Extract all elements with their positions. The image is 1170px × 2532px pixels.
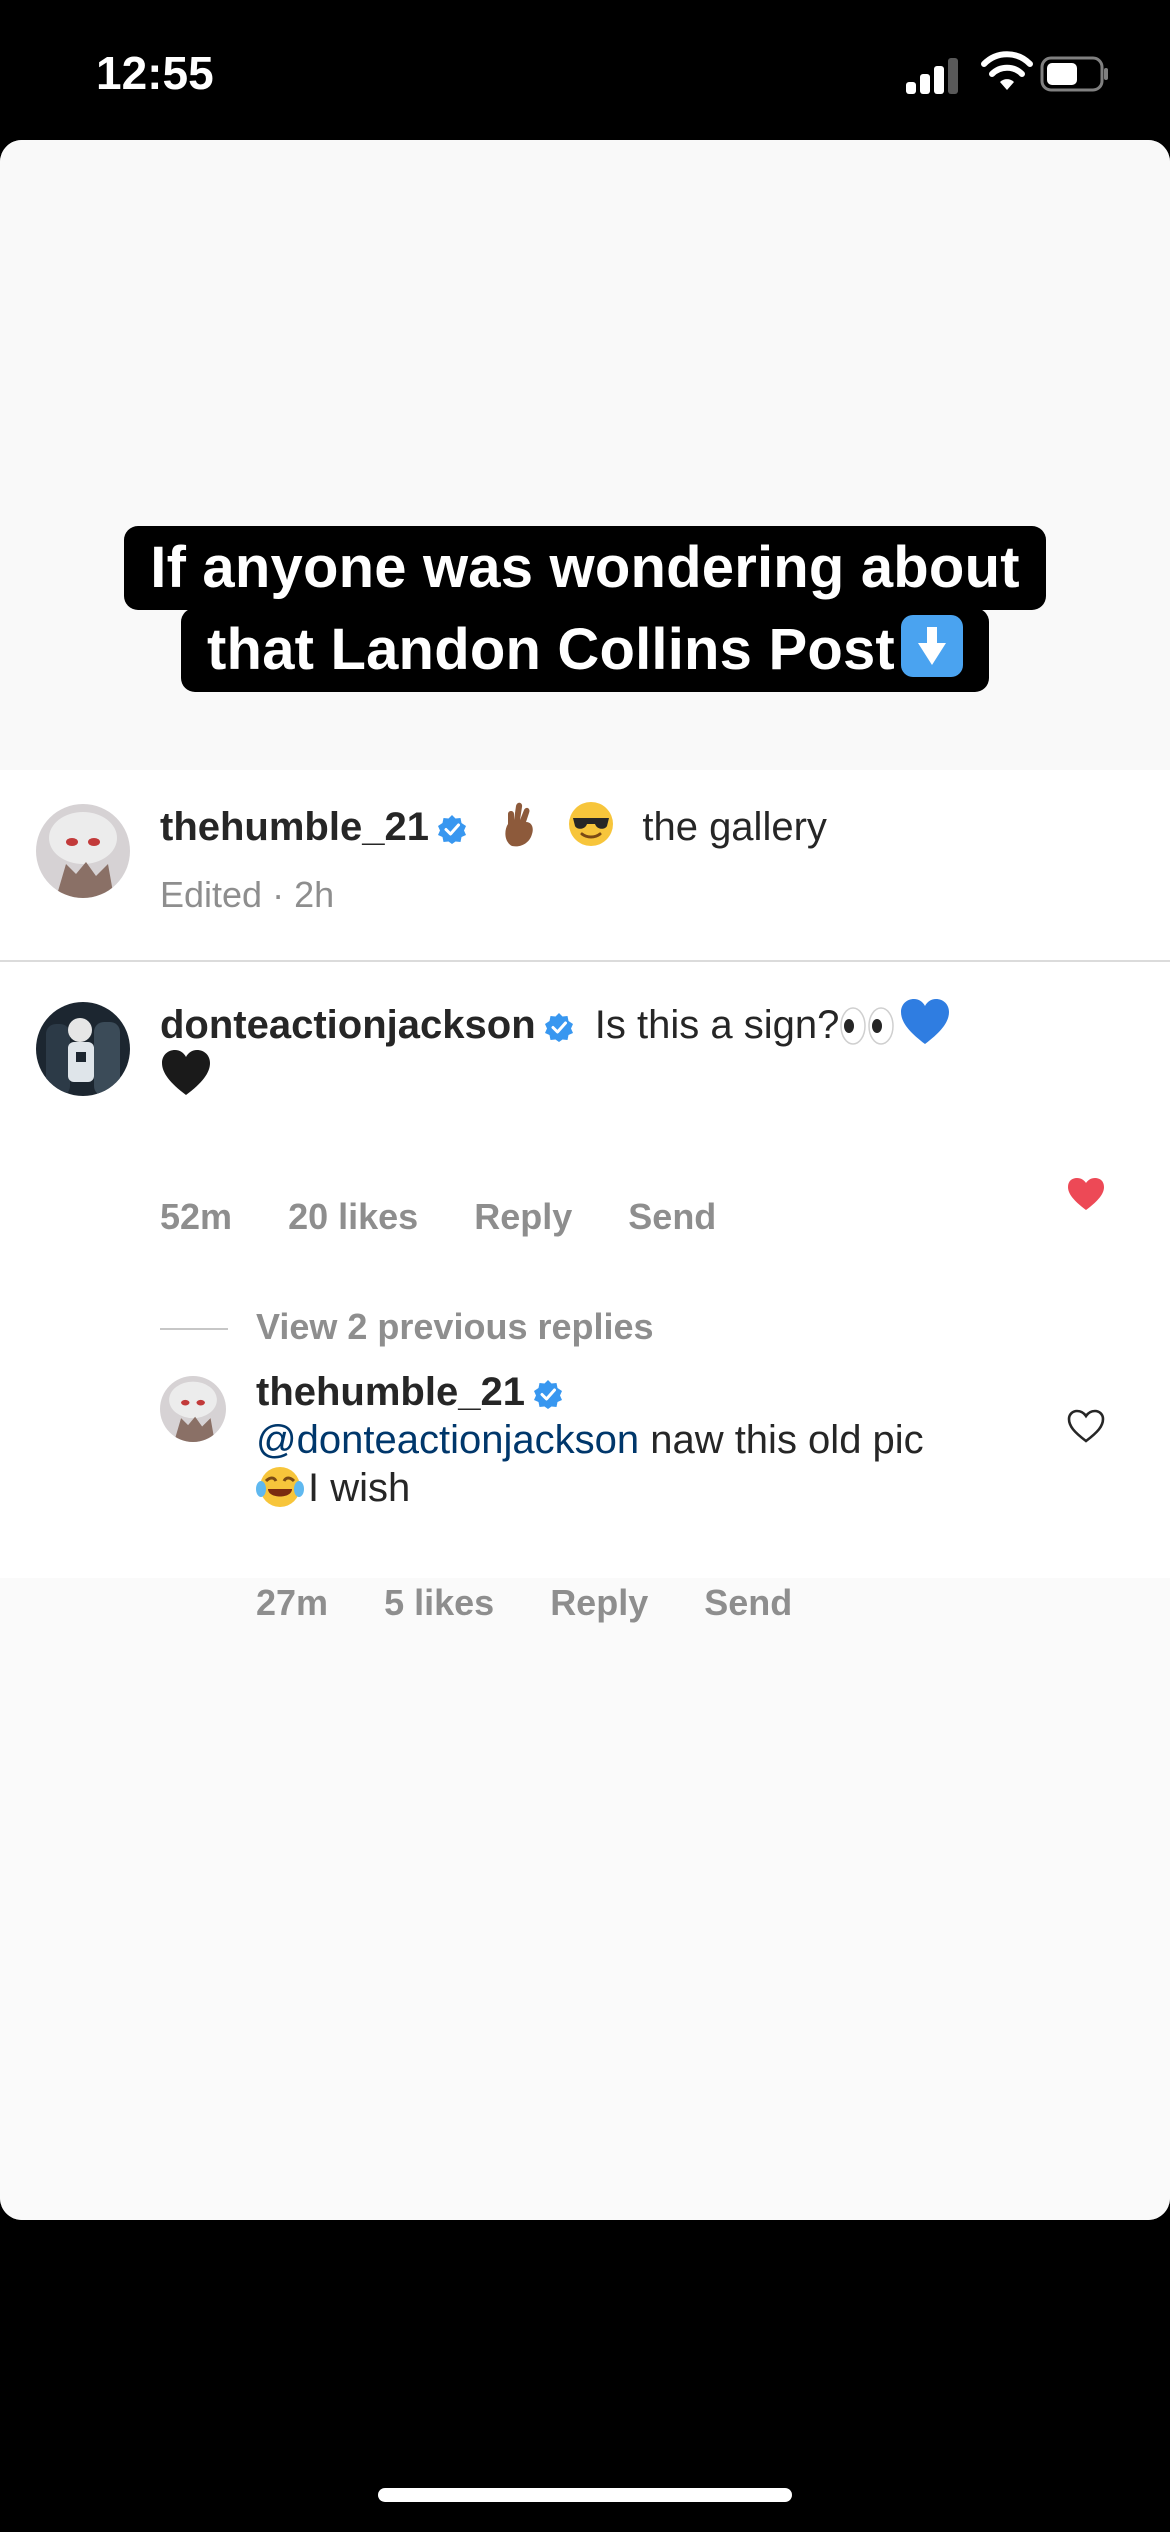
eyes-emoji-icon	[840, 1007, 895, 1045]
reply-body-a: naw this old pic	[650, 1418, 924, 1462]
cellular-signal-icon	[906, 54, 962, 94]
sunglasses-emoji-icon	[569, 802, 614, 846]
caption-username[interactable]: thehumble_21	[160, 805, 429, 849]
battery-icon	[1040, 56, 1108, 92]
reply-mention-link[interactable]: @donteactionjackson	[256, 1418, 639, 1462]
comment-body: Is this a sign?	[594, 1003, 840, 1047]
verified-badge-icon	[544, 1013, 573, 1042]
reply-reply-button[interactable]: Reply	[550, 1582, 648, 1623]
caption-edited-time: Edited · 2h	[160, 874, 335, 915]
black-heart-emoji-icon	[162, 1050, 210, 1095]
reply-button[interactable]: Reply	[474, 1196, 572, 1237]
like-heart-icon[interactable]	[1066, 1408, 1106, 1444]
verified-badge-icon	[533, 1380, 562, 1409]
post-caption: thehumble_21 the gallery Edited · 2h	[0, 770, 1170, 962]
story-caption-line-2: that Landon Collins Post	[181, 608, 989, 692]
story-caption-line-2-text: that Landon Collins Post	[207, 617, 895, 682]
comment-time: 52m	[160, 1196, 233, 1237]
comment-text: donteactionjackson Is this a sign?	[160, 998, 1000, 1100]
crossed-fingers-emoji-icon	[505, 802, 533, 847]
reply-body-b: I wish	[308, 1466, 411, 1510]
blue-heart-emoji-icon	[901, 999, 950, 1044]
verified-badge-icon	[437, 815, 466, 844]
reply-send-button[interactable]: Send	[704, 1582, 792, 1623]
comment-likes[interactable]: 20 likes	[288, 1196, 418, 1237]
caption-body: the gallery	[642, 805, 827, 849]
comments-list: donteactionjackson Is this a sign? 52m 2…	[0, 962, 1170, 1623]
wifi-icon	[981, 51, 1033, 90]
liked-heart-icon[interactable]	[1066, 1176, 1106, 1212]
caption-text-line: thehumble_21 the gallery	[160, 800, 827, 851]
comments-panel: thehumble_21 the gallery Edited · 2h don…	[0, 770, 1170, 2220]
story-caption: If anyone was wondering about that Lando…	[0, 526, 1170, 692]
view-previous-replies-button[interactable]: View 2 previous replies	[256, 1306, 654, 1348]
send-button[interactable]: Send	[628, 1196, 716, 1237]
reply-time: 27m	[256, 1582, 329, 1623]
story-preview: If anyone was wondering about that Lando…	[0, 140, 1170, 770]
avatar[interactable]	[36, 1002, 130, 1096]
reply-username[interactable]: thehumble_21	[256, 1370, 525, 1414]
home-indicator[interactable]	[378, 2488, 792, 2502]
avatar[interactable]	[160, 1376, 226, 1442]
comment-meta: 52m 20 likes Reply Send	[160, 1196, 762, 1238]
reply-meta: 27m 5 likes Reply Send	[256, 1582, 838, 1624]
status-time: 12:55	[96, 47, 214, 99]
view-replies-divider	[160, 1328, 228, 1330]
comment-username[interactable]: donteactionjackson	[160, 1003, 536, 1047]
reply-likes[interactable]: 5 likes	[384, 1582, 494, 1623]
reply-text: thehumble_21 @donteactionjackson naw thi…	[256, 1368, 1016, 1512]
story-caption-line-1: If anyone was wondering about	[124, 526, 1046, 610]
comments-sheet: If anyone was wondering about that Lando…	[0, 140, 1170, 2220]
tears-of-joy-emoji-icon	[256, 1467, 304, 1507]
avatar[interactable]	[36, 804, 130, 898]
down-arrow-emoji-icon	[900, 615, 963, 677]
status-bar: 12:55	[0, 0, 1170, 140]
